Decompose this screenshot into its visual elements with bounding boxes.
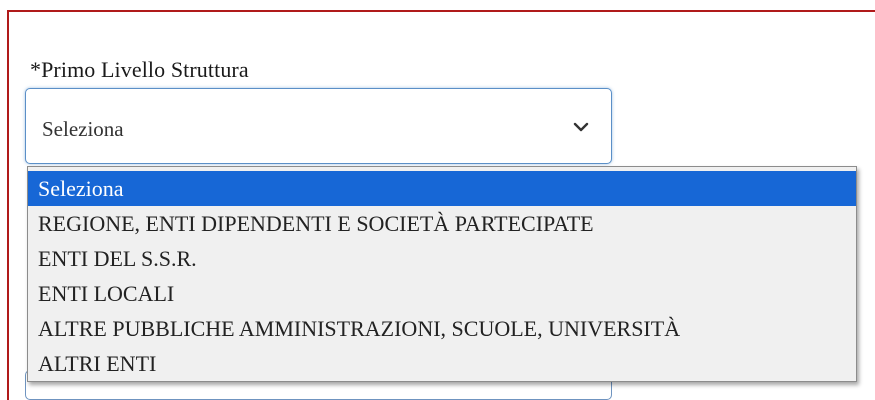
option-seleziona[interactable]: Seleziona — [28, 171, 856, 206]
option-altre-pa[interactable]: ALTRE PUBBLICHE AMMINISTRAZIONI, SCUOLE,… — [28, 311, 856, 346]
option-enti-ssr[interactable]: ENTI DEL S.S.R. — [28, 241, 856, 276]
option-regione[interactable]: REGIONE, ENTI DIPENDENTI E SOCIETÀ PARTE… — [28, 206, 856, 241]
option-enti-locali[interactable]: ENTI LOCALI — [28, 276, 856, 311]
chevron-down-icon[interactable] — [573, 119, 589, 135]
option-altri-enti[interactable]: ALTRI ENTI — [28, 346, 856, 381]
dropdown-list: Seleziona REGIONE, ENTI DIPENDENTI E SOC… — [27, 166, 857, 382]
field-label: *Primo Livello Struttura — [30, 57, 249, 82]
select-current-value: Seleziona — [42, 117, 124, 141]
primo-livello-select[interactable]: Seleziona — [25, 88, 612, 164]
